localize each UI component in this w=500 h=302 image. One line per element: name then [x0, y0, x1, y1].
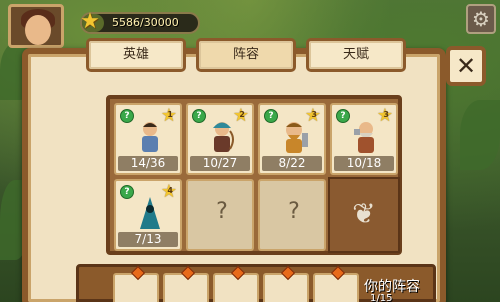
help-icon[interactable]: ?: [336, 109, 350, 123]
lineup-count: 1/15: [370, 293, 393, 302]
hero-count: 7/13: [118, 232, 178, 247]
marker-icon: [330, 265, 346, 281]
lineup-slot[interactable]: [263, 265, 309, 302]
close-button[interactable]: ✕: [446, 46, 486, 86]
hero-count: 14/36: [118, 156, 178, 171]
star-icon: ★: [80, 9, 100, 34]
star-level: 1: [167, 110, 173, 119]
experience-text: 5586/30000: [112, 16, 179, 29]
lineup-slot[interactable]: [213, 265, 259, 302]
tab-bar: 英雄 阵容 天赋: [86, 38, 406, 72]
locked-slot[interactable]: ?: [186, 179, 254, 251]
player-avatar[interactable]: [8, 4, 64, 48]
hero-slot[interactable]: ? ★ 3 8/22: [258, 103, 326, 175]
help-icon[interactable]: ?: [264, 109, 278, 123]
star-level: 3: [311, 110, 317, 119]
hero-count: 10/18: [334, 156, 394, 171]
help-icon[interactable]: ?: [120, 185, 134, 199]
lock-icon: ?: [216, 199, 228, 224]
hero-slot[interactable]: ? ★ 1 14/36: [114, 103, 182, 175]
hero-slot[interactable]: ? ★ 2 10/27: [186, 103, 254, 175]
hero-grid: ? ★ 1 14/36 ? ★ 2 10/27 ? ★ 3 8/22 ? ★ 3…: [106, 95, 402, 255]
leaf-decoration: [460, 100, 500, 170]
help-icon[interactable]: ?: [120, 109, 134, 123]
hero-count: 10/27: [190, 156, 250, 171]
close-icon: ✕: [455, 52, 477, 80]
tab-lineup[interactable]: 阵容: [196, 38, 296, 72]
gear-icon[interactable]: ⚙: [466, 4, 496, 34]
marker-icon: [280, 265, 296, 281]
avatar-face: [25, 15, 51, 45]
hero-portrait: [286, 122, 308, 153]
tab-talents[interactable]: 天赋: [306, 38, 406, 72]
lineup-slot[interactable]: [313, 265, 359, 302]
hero-portrait: [354, 122, 374, 153]
star-level: 2: [239, 110, 245, 119]
hero-slot[interactable]: ? ★ 4 7/13: [114, 179, 182, 251]
star-level: 4: [167, 186, 173, 195]
hero-slot[interactable]: ? ★ 3 10/18: [330, 103, 398, 175]
marker-icon: [230, 265, 246, 281]
marker-icon: [130, 265, 146, 281]
lineup-slot[interactable]: [163, 265, 209, 302]
hero-portrait: [213, 122, 234, 152]
help-icon[interactable]: ?: [192, 109, 206, 123]
lock-icon: ?: [288, 199, 300, 224]
hero-portrait: [142, 122, 158, 152]
locked-slot[interactable]: ?: [258, 179, 326, 251]
wing-emblem-icon: ❦: [328, 177, 400, 253]
hero-portrait: [140, 197, 160, 229]
star-level: 3: [383, 110, 389, 119]
lineup-slot[interactable]: [113, 265, 159, 302]
hero-count: 8/22: [262, 156, 322, 171]
marker-icon: [180, 265, 196, 281]
tab-heroes[interactable]: 英雄: [86, 38, 186, 72]
